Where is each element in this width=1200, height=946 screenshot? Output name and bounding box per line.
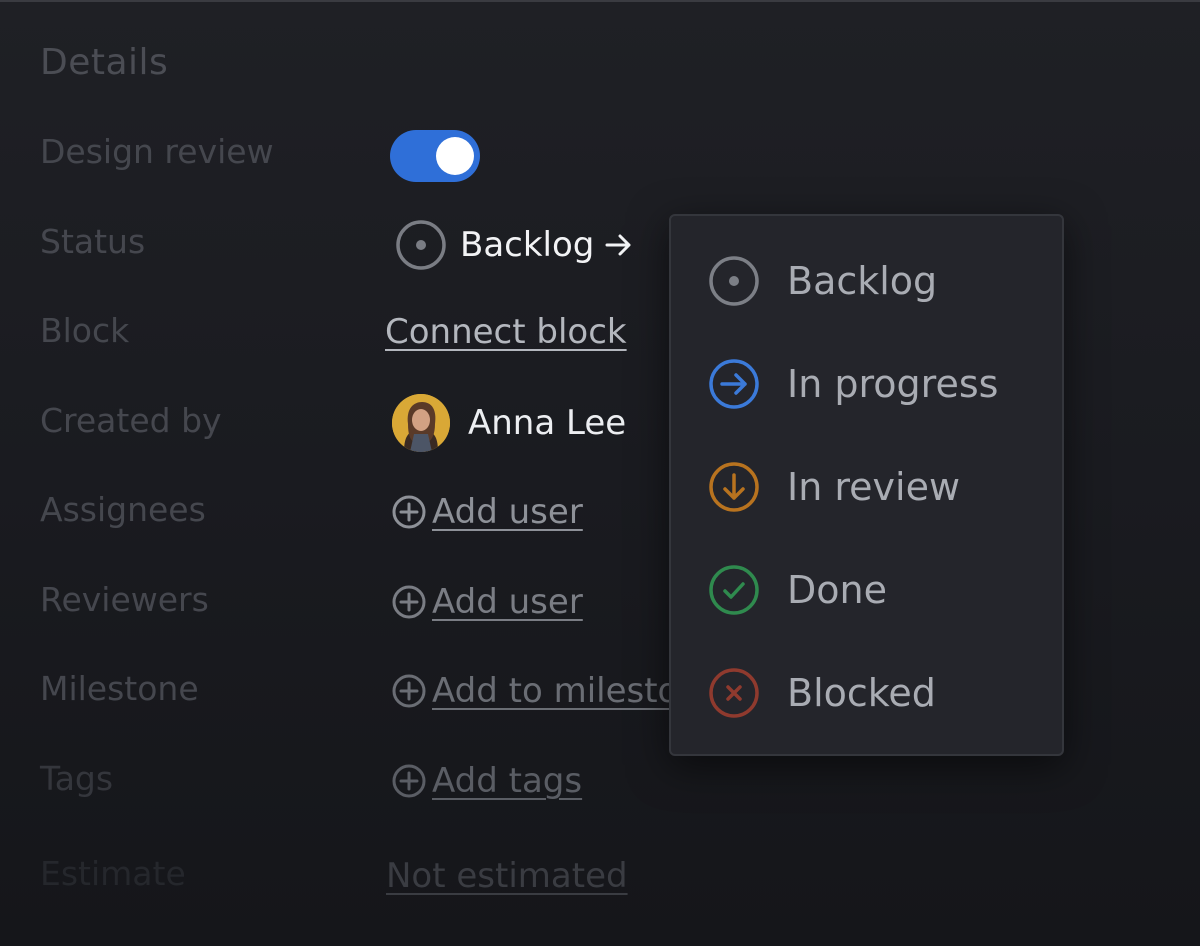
plus-circle-icon	[390, 493, 428, 531]
panel-title: Details	[40, 42, 169, 83]
arrow-right-icon	[604, 230, 634, 260]
details-panel: Details Design review Status Backlog Blo…	[0, 0, 1200, 946]
status-option-label: Done	[787, 568, 887, 612]
status-value: Backlog	[460, 225, 595, 265]
status-option-in-progress[interactable]: In progress	[707, 354, 998, 414]
backlog-dot-circle-icon	[394, 218, 448, 272]
reviewers-label: Reviewers	[40, 580, 209, 619]
add-assignee-link[interactable]: Add user	[432, 492, 583, 532]
created-by-user: Anna Lee	[392, 394, 626, 452]
status-dropdown-trigger[interactable]: Backlog	[394, 217, 634, 273]
connect-block-link[interactable]: Connect block	[385, 312, 627, 352]
status-option-label: Blocked	[787, 671, 936, 715]
backlog-dot-circle-icon	[707, 254, 761, 308]
design-review-toggle[interactable]	[390, 130, 480, 182]
status-option-backlog[interactable]: Backlog	[707, 251, 937, 311]
created-by-name: Anna Lee	[468, 403, 627, 443]
estimate-label: Estimate	[40, 854, 186, 893]
status-dropdown-menu: Backlog In progress In review Done Block…	[669, 214, 1064, 756]
block-label: Block	[40, 311, 130, 350]
toggle-knob	[436, 137, 474, 175]
add-tags-link[interactable]: Add tags	[432, 761, 582, 801]
estimate-link[interactable]: Not estimated	[386, 856, 628, 896]
plus-circle-icon	[390, 762, 428, 800]
design-review-label: Design review	[40, 132, 274, 171]
arrow-down-circle-icon	[707, 460, 761, 514]
status-label: Status	[40, 222, 146, 261]
status-option-in-review[interactable]: In review	[707, 457, 960, 517]
assignees-label: Assignees	[40, 490, 206, 529]
milestone-label: Milestone	[40, 669, 199, 708]
plus-circle-icon	[390, 583, 428, 621]
avatar	[392, 394, 450, 452]
status-option-label: In progress	[787, 362, 999, 406]
status-option-blocked[interactable]: Blocked	[707, 663, 936, 723]
add-reviewer-button[interactable]: Add user	[390, 582, 583, 622]
tags-label: Tags	[40, 759, 114, 798]
status-option-label: In review	[787, 465, 961, 509]
add-tags-button[interactable]: Add tags	[390, 761, 582, 801]
created-by-label: Created by	[40, 401, 222, 440]
add-assignee-button[interactable]: Add user	[390, 492, 583, 532]
status-option-label: Backlog	[787, 259, 938, 303]
status-option-done[interactable]: Done	[707, 560, 887, 620]
plus-circle-icon	[390, 672, 428, 710]
check-circle-icon	[707, 563, 761, 617]
x-circle-icon	[707, 666, 761, 720]
add-reviewer-link[interactable]: Add user	[432, 582, 583, 622]
arrow-right-circle-icon	[707, 357, 761, 411]
